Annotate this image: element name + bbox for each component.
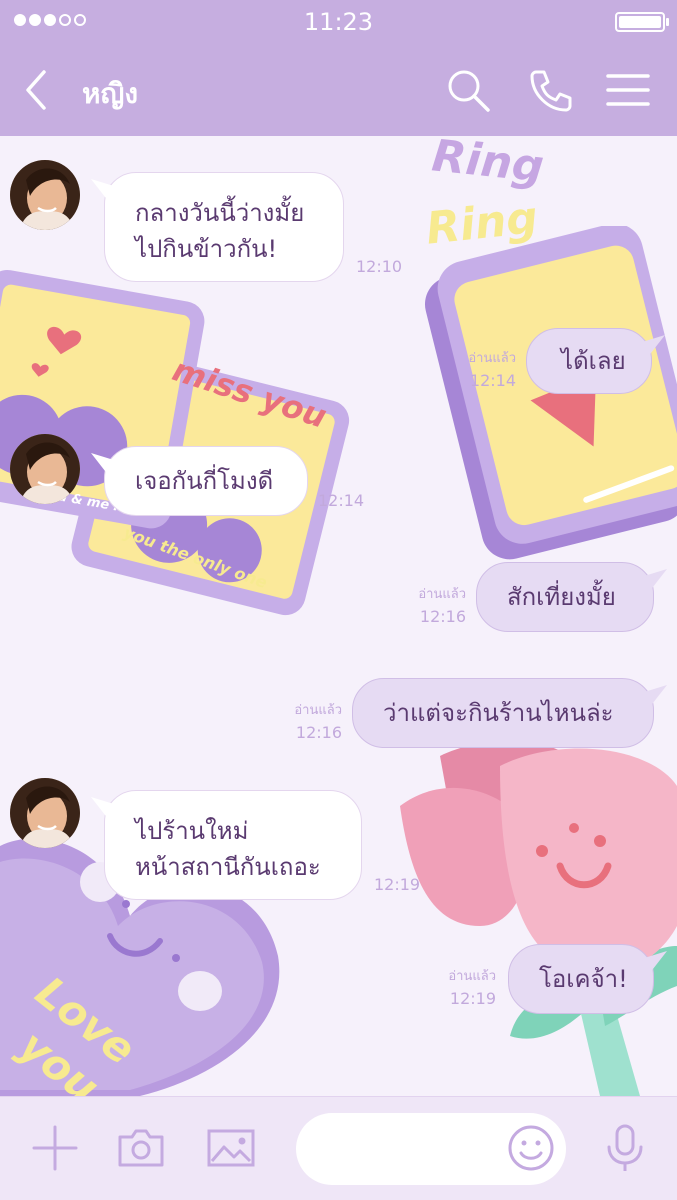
back-icon[interactable] (14, 66, 62, 114)
message-text: หน้าสถานีกันเถอะ (135, 853, 321, 881)
add-icon[interactable] (30, 1123, 80, 1173)
read-receipt: อ่านแล้ว (448, 969, 496, 984)
message-meta: 12:14 (318, 490, 364, 512)
message-time: 12:10 (356, 257, 403, 276)
read-receipt: อ่านแล้ว (468, 351, 516, 366)
message-text: ไปกินข้าวกัน! (135, 235, 278, 263)
input-bar (0, 1096, 677, 1200)
contact-avatar[interactable] (10, 778, 80, 848)
read-receipt: อ่านแล้ว (294, 703, 342, 718)
microphone-icon[interactable] (600, 1123, 650, 1173)
message-bubble-outgoing[interactable]: โอเคจ้า! (508, 944, 654, 1014)
search-icon[interactable] (444, 66, 492, 114)
message-time: 12:19 (449, 989, 496, 1008)
message-text: กลางวันนี้ว่างมั้ย (135, 199, 305, 227)
message-time: 12:14 (469, 371, 516, 390)
message-bubble-incoming[interactable]: กลางวันนี้ว่างมั้ย ไปกินข้าวกัน! (104, 172, 344, 282)
message-bubble-outgoing[interactable]: ว่าแต่จะกินร้านไหนล่ะ (352, 678, 654, 748)
message-bubble-incoming[interactable]: เจอกันกี่โมงดี (104, 446, 308, 516)
contact-avatar[interactable] (10, 434, 80, 504)
message-meta: อ่านแล้ว 12:19 (420, 966, 496, 1010)
battery-icon (615, 12, 669, 32)
message-text: ไปร้านใหม่ (135, 817, 249, 845)
message-bubble-outgoing[interactable]: สักเที่ยงมั้ย (476, 562, 654, 632)
message-meta: 12:10 (356, 256, 402, 278)
camera-icon[interactable] (116, 1123, 166, 1173)
message-text: สักเที่ยงมั้ย (507, 583, 616, 611)
contact-avatar[interactable] (10, 160, 80, 230)
message-meta: อ่านแล้ว 12:16 (266, 700, 342, 744)
status-bar: 11:23 (0, 0, 677, 44)
message-time: 12:16 (295, 723, 342, 742)
image-icon[interactable] (206, 1123, 256, 1173)
message-bubble-incoming[interactable]: ไปร้านใหม่ หน้าสถานีกันเถอะ (104, 790, 362, 900)
message-text: ว่าแต่จะกินร้านไหนล่ะ (383, 699, 614, 727)
message-text: เจอกันกี่โมงดี (135, 467, 274, 495)
read-receipt: อ่านแล้ว (418, 587, 466, 602)
message-meta: อ่านแล้ว 12:14 (440, 348, 516, 392)
message-text: ได้เลย (561, 347, 626, 375)
message-bubble-outgoing[interactable]: ได้เลย (526, 328, 652, 394)
message-text: โอเคจ้า! (539, 965, 628, 993)
phone-icon[interactable] (526, 66, 574, 114)
message-meta: 12:19 (374, 874, 420, 896)
message-meta: อ่านแล้ว 12:16 (390, 584, 466, 628)
menu-icon[interactable] (604, 66, 652, 114)
tulip-sticker (400, 741, 677, 1096)
emoji-icon[interactable] (506, 1123, 556, 1173)
message-time: 12:16 (419, 607, 466, 626)
contact-name[interactable]: หญิง (82, 72, 138, 116)
phone-sticker (424, 226, 677, 560)
message-time: 12:19 (374, 875, 421, 894)
chat-area[interactable]: Ring Ring miss you you the only one you … (0, 136, 677, 1096)
message-time: 12:14 (318, 491, 365, 510)
ring-sticker-text: Ring (429, 136, 547, 193)
chat-header: หญิง (0, 44, 677, 136)
status-time: 11:23 (303, 8, 374, 36)
